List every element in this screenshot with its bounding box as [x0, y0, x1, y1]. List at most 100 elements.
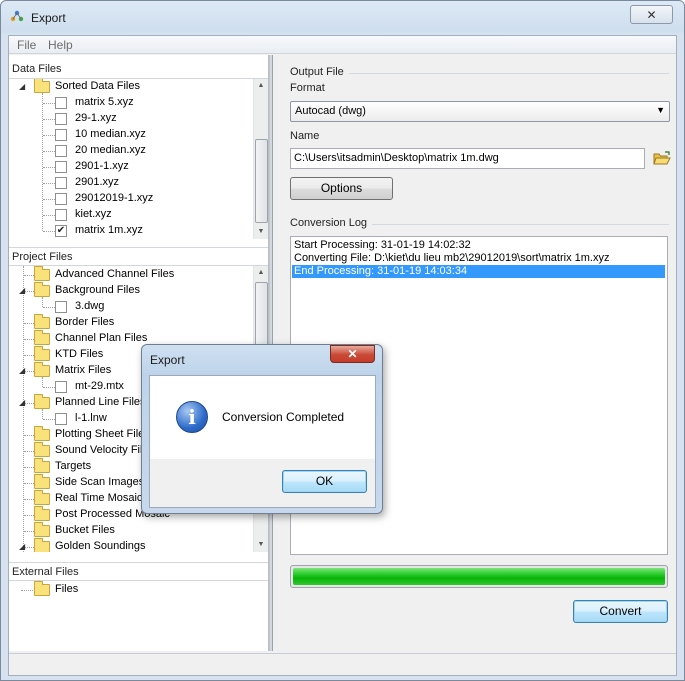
external-files-header: External Files	[9, 562, 268, 581]
output-name-field[interactable]: C:\Users\itsadmin\Desktop\matrix 1m.dwg	[290, 148, 645, 169]
ok-button[interactable]: OK	[282, 470, 367, 493]
file-checkbox[interactable]	[55, 209, 67, 221]
file-checkbox[interactable]	[55, 301, 67, 313]
data-file-label: 29012019-1.xyz	[75, 192, 154, 204]
close-icon: ✕	[646, 7, 657, 22]
folder-icon	[34, 538, 50, 552]
project-node-label: Sound Velocity Files	[55, 444, 155, 456]
project-folder-node[interactable]: Bucket Files	[9, 522, 253, 539]
project-node-label: Channel Plan Files	[55, 332, 148, 344]
tree-node-label: Sorted Data Files	[55, 80, 140, 92]
project-node-label: Real Time Mosaic	[55, 492, 143, 504]
data-files-tree[interactable]: ◢ Sorted Data Files matrix 5.xyz 29-1.xyz…	[9, 79, 268, 239]
export-window: Export ✕ File Help Data Files ◢ Sorted D…	[0, 0, 685, 681]
project-node-label: Golden Soundings	[55, 540, 146, 552]
data-file-label: 29-1.xyz	[75, 112, 117, 124]
file-checkbox[interactable]	[55, 193, 67, 205]
collapse-arrow-icon[interactable]: ◢	[19, 287, 27, 295]
file-checkbox[interactable]	[55, 413, 67, 425]
file-checkbox[interactable]	[55, 113, 67, 125]
log-line: Converting File: D:\kiet\du lieu mb2\290…	[294, 252, 610, 264]
data-file-item[interactable]: ✔ matrix 1m.xyz	[9, 223, 253, 239]
data-files-header: Data Files	[9, 60, 268, 79]
window-close-button[interactable]: ✕	[630, 5, 673, 24]
folder-icon	[34, 346, 50, 361]
convert-button[interactable]: Convert	[573, 600, 668, 623]
collapse-arrow-icon[interactable]: ◢	[19, 367, 27, 375]
folder-icon	[34, 394, 50, 409]
menu-file[interactable]: File	[17, 38, 36, 52]
dialog-title: Export	[150, 353, 185, 367]
project-file-node[interactable]: 3.dwg	[9, 297, 253, 315]
data-file-item[interactable]: 2901.xyz	[9, 175, 253, 191]
file-checkbox[interactable]	[55, 97, 67, 109]
project-files-header: Project Files	[9, 247, 268, 266]
file-checkbox[interactable]	[55, 145, 67, 157]
project-node-label: Border Files	[55, 316, 115, 328]
file-checkbox[interactable]	[55, 129, 67, 141]
data-file-item[interactable]: matrix 5.xyz	[9, 95, 253, 111]
name-label: Name	[290, 130, 320, 142]
message-dialog: Export ✕ i Conversion Completed OK	[141, 344, 383, 514]
collapse-arrow-icon[interactable]: ◢	[19, 399, 27, 407]
collapse-arrow-icon[interactable]: ◢	[19, 83, 27, 91]
external-files-tree[interactable]: Files	[9, 581, 268, 651]
data-file-label: kiet.xyz	[75, 208, 112, 220]
conversion-log-group-label: Conversion Log	[290, 217, 368, 229]
folder-icon	[34, 522, 50, 537]
data-files-scrollbar[interactable]: ▲ ▼	[253, 79, 268, 239]
file-checkbox[interactable]: ✔	[55, 225, 67, 237]
file-checkbox[interactable]	[55, 161, 67, 173]
chevron-down-icon: ▼	[656, 105, 665, 115]
dialog-close-button[interactable]: ✕	[330, 345, 375, 363]
project-folder-node[interactable]: Advanced Channel Files	[9, 266, 253, 283]
status-bar	[9, 653, 676, 675]
folder-icon	[34, 442, 50, 457]
file-checkbox[interactable]	[55, 381, 67, 393]
project-folder-node[interactable]: ◢ Background Files	[9, 282, 253, 299]
folder-icon	[34, 506, 50, 521]
scroll-up-icon[interactable]: ▲	[254, 79, 268, 93]
data-file-label: matrix 5.xyz	[75, 96, 134, 108]
data-file-item[interactable]: 10 median.xyz	[9, 127, 253, 143]
output-file-group-label: Output File	[290, 66, 344, 78]
folder-icon	[34, 79, 50, 93]
collapse-arrow-icon[interactable]: ◢	[19, 543, 27, 551]
project-node-label: Matrix Files	[55, 364, 112, 376]
folder-icon	[34, 362, 50, 377]
data-file-label: 2901-1.xyz	[75, 160, 129, 172]
tree-node-sorted-data-files[interactable]: ◢ Sorted Data Files	[9, 79, 253, 95]
format-dropdown-value: Autocad (dwg)	[295, 105, 366, 117]
data-file-item[interactable]: 29012019-1.xyz	[9, 191, 253, 207]
data-file-item[interactable]: 20 median.xyz	[9, 143, 253, 159]
log-line: Start Processing: 31-01-19 14:02:32	[294, 239, 471, 251]
folder-icon	[34, 266, 50, 281]
project-node-label: mt-29.mtx	[75, 380, 124, 392]
app-icon	[10, 10, 24, 22]
options-button[interactable]: Options	[290, 177, 393, 200]
data-file-item[interactable]: 2901-1.xyz	[9, 159, 253, 175]
dialog-message: Conversion Completed	[222, 410, 345, 424]
data-file-item[interactable]: kiet.xyz	[9, 207, 253, 223]
scroll-thumb[interactable]	[255, 139, 268, 223]
open-folder-icon[interactable]	[653, 151, 671, 166]
dialog-message-area: i Conversion Completed	[150, 376, 375, 459]
scroll-up-icon[interactable]: ▲	[254, 266, 268, 280]
project-folder-node[interactable]: ◢ Golden Soundings	[9, 538, 253, 552]
data-file-label: 2901.xyz	[75, 176, 120, 188]
title-bar[interactable]: Export ✕	[1, 1, 684, 33]
folder-icon	[34, 474, 50, 489]
folder-icon	[34, 330, 50, 345]
file-checkbox[interactable]	[55, 177, 67, 189]
folder-icon	[34, 314, 50, 329]
menu-help[interactable]: Help	[48, 38, 73, 52]
tree-node-files[interactable]: Files	[9, 581, 253, 598]
conversion-progress-bar	[290, 565, 668, 588]
data-file-item[interactable]: 29-1.xyz	[9, 111, 253, 127]
format-dropdown[interactable]: Autocad (dwg) ▼	[290, 101, 670, 122]
project-node-label: l-1.lnw	[75, 412, 107, 424]
scroll-down-icon[interactable]: ▼	[254, 225, 268, 239]
project-node-label: 3.dwg	[75, 300, 105, 312]
scroll-down-icon[interactable]: ▼	[254, 538, 268, 552]
project-folder-node[interactable]: Border Files	[9, 314, 253, 331]
